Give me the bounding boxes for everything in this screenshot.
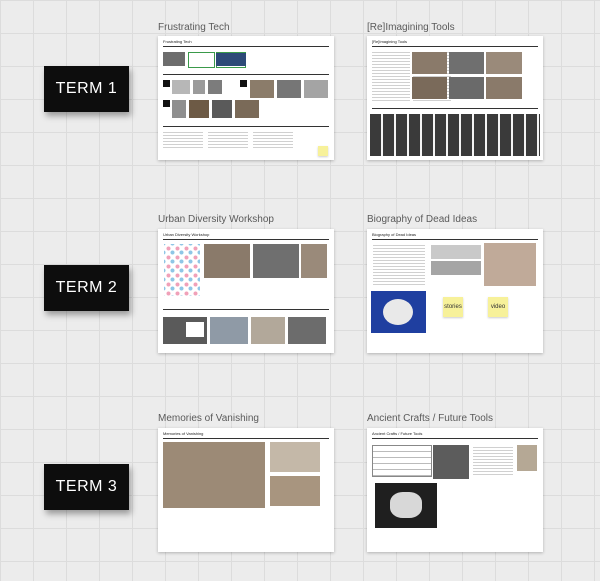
table bbox=[372, 445, 432, 477]
object bbox=[390, 492, 422, 518]
divider bbox=[163, 438, 329, 439]
photo bbox=[484, 243, 536, 286]
icon-grid bbox=[164, 244, 200, 296]
term-1-label: TERM 1 bbox=[44, 66, 129, 112]
thumbnail bbox=[163, 52, 185, 66]
thumbnail bbox=[277, 80, 301, 98]
photo bbox=[433, 445, 469, 479]
divider bbox=[163, 309, 329, 310]
thumbnail bbox=[188, 52, 215, 68]
divider bbox=[372, 46, 538, 47]
card-title-memories-of-vanishing: Memories of Vanishing bbox=[158, 413, 259, 424]
photo bbox=[431, 245, 481, 259]
photo bbox=[270, 442, 320, 472]
card-heading: Ancient Crafts / Future Tools bbox=[372, 431, 423, 436]
thumbnail bbox=[193, 80, 205, 94]
card-title-reimagining-tools: [Re]Imagining Tools bbox=[367, 22, 455, 33]
card-heading: Frustrating Tech bbox=[163, 39, 192, 44]
photo bbox=[270, 476, 320, 506]
card-title-ancient-crafts: Ancient Crafts / Future Tools bbox=[367, 413, 493, 424]
photo bbox=[210, 317, 248, 344]
photo bbox=[251, 317, 285, 344]
photo bbox=[253, 244, 299, 278]
card-ancient-crafts[interactable]: Ancient Crafts / Future Tools bbox=[367, 428, 543, 552]
divider bbox=[163, 239, 329, 240]
card-title-biography-dead-ideas: Biography of Dead Ideas bbox=[367, 214, 478, 225]
thumbnail bbox=[304, 80, 328, 98]
thumbnail bbox=[240, 80, 247, 87]
card-title-urban-diversity: Urban Diversity Workshop bbox=[158, 214, 274, 225]
card-title-frustrating-tech: Frustrating Tech bbox=[158, 22, 230, 33]
card-heading: Biography of Dead Ideas bbox=[372, 232, 417, 237]
sketch-strip bbox=[370, 114, 540, 156]
photo bbox=[449, 52, 484, 74]
sketch bbox=[473, 447, 513, 475]
card-urban-diversity[interactable]: Urban Diversity Workshop bbox=[158, 229, 334, 353]
thumbnail bbox=[189, 100, 209, 118]
object bbox=[383, 299, 413, 325]
sticky-note[interactable] bbox=[318, 146, 328, 156]
photo bbox=[288, 317, 326, 344]
screen bbox=[186, 322, 204, 337]
card-memories-of-vanishing[interactable]: Memories of Vanishing bbox=[158, 428, 334, 552]
card-heading: Memories of Vanishing bbox=[163, 431, 204, 436]
photo bbox=[412, 52, 447, 74]
photo bbox=[412, 77, 447, 99]
photo bbox=[204, 244, 250, 278]
divider bbox=[163, 74, 329, 75]
photo bbox=[517, 445, 537, 471]
text-block bbox=[372, 52, 410, 102]
thumbnail bbox=[208, 80, 222, 94]
card-frustrating-tech[interactable]: Frustrating Tech bbox=[158, 36, 334, 160]
thumbnail bbox=[172, 100, 186, 118]
divider bbox=[372, 239, 538, 240]
photo bbox=[163, 442, 265, 508]
photo bbox=[301, 244, 327, 278]
photo bbox=[486, 52, 522, 74]
thumbnail bbox=[163, 100, 170, 107]
card-biography-dead-ideas[interactable]: Biography of Dead Ideas stories video bbox=[367, 229, 543, 353]
board-canvas[interactable]: { "terms": [ {"label": "TERM 1", "cards"… bbox=[0, 0, 600, 581]
thumbnail bbox=[250, 80, 274, 98]
thumbnail bbox=[212, 100, 232, 118]
thumbnail bbox=[216, 53, 246, 66]
card-heading: [Re]Imagining Tools bbox=[372, 39, 408, 44]
card-reimagining-tools[interactable]: [Re]Imagining Tools bbox=[367, 36, 543, 160]
thumbnail bbox=[235, 100, 259, 118]
photo bbox=[431, 261, 481, 275]
text-block bbox=[373, 245, 425, 285]
divider bbox=[163, 126, 329, 127]
sticky-note-video[interactable]: video bbox=[488, 297, 508, 317]
sticky-note-stories[interactable]: stories bbox=[443, 297, 463, 317]
text-block bbox=[163, 132, 203, 148]
card-heading: Urban Diversity Workshop bbox=[163, 232, 210, 237]
text-block bbox=[253, 132, 293, 148]
text-block bbox=[208, 132, 248, 148]
thumbnail bbox=[163, 80, 170, 87]
term-2-label: TERM 2 bbox=[44, 265, 129, 311]
divider bbox=[372, 438, 538, 439]
photo bbox=[486, 77, 522, 99]
photo bbox=[449, 77, 484, 99]
term-3-label: TERM 3 bbox=[44, 464, 129, 510]
divider bbox=[372, 108, 538, 109]
divider bbox=[163, 46, 329, 47]
thumbnail bbox=[172, 80, 190, 94]
